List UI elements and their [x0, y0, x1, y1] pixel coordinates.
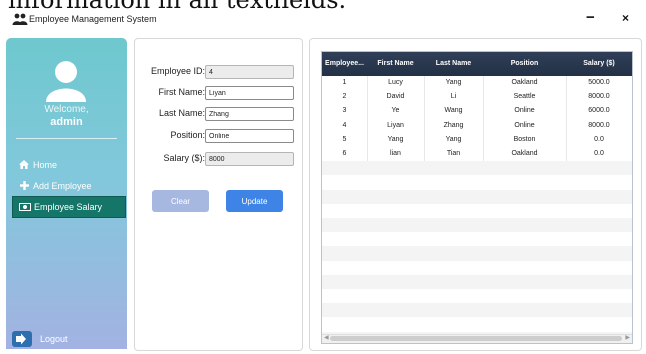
salary-table-panel: Employee... First Name Last Name Positio… [309, 38, 642, 351]
last-name-label: Last Name: [158, 108, 205, 118]
cell-last-name: Tian [446, 150, 461, 157]
sidebar-divider [16, 138, 117, 139]
cell-first-name: Ye [391, 107, 400, 115]
position-field[interactable] [205, 129, 294, 143]
first-name-field[interactable] [205, 86, 294, 100]
column-header-last-name[interactable]: Last Name [424, 52, 483, 76]
cell-first-name: lian [390, 150, 401, 157]
empty-table-row [322, 232, 632, 247]
cell-employee-id: 2 [342, 93, 347, 101]
column-header-employee-id[interactable]: Employee... [322, 52, 367, 76]
empty-table-row [322, 289, 632, 304]
cell-position: Online [514, 121, 535, 129]
cell-last-name: Wang [444, 107, 463, 115]
empty-table-row [322, 317, 632, 332]
cell-position: Seattle [513, 93, 536, 101]
column-header-first-name[interactable]: First Name [367, 52, 424, 76]
scroll-right-arrow-icon[interactable]: ▶ [625, 334, 630, 341]
table-header: Employee... First Name Last Name Positio… [322, 52, 632, 76]
cell-first-name: Yang [387, 135, 404, 143]
column-header-salary[interactable]: Salary ($) [566, 52, 632, 76]
cell-position: Boston [513, 135, 536, 143]
employee-form-panel: Employee ID: First Name: Last Name: Posi… [134, 38, 303, 351]
window-title: Employee Management System [29, 14, 157, 24]
sidebar-item-label: Employee Salary [34, 202, 103, 212]
cell-salary: 8000.0 [588, 121, 610, 129]
salary-field[interactable] [205, 152, 294, 166]
cell-employee-id: 3 [342, 107, 347, 115]
cell-first-name: David [386, 93, 405, 101]
salary-label: Salary ($): [163, 153, 205, 163]
cell-last-name: Li [450, 93, 457, 101]
empty-table-row [322, 274, 632, 289]
clear-button[interactable]: Clear [152, 190, 209, 212]
table-row[interactable]: 2 David Li Seattle 8000.0 [322, 90, 632, 104]
sidebar-item-employee-salary[interactable]: Employee Salary [12, 196, 126, 218]
cell-position: Oakland [511, 150, 538, 157]
last-name-field[interactable] [205, 107, 294, 121]
table-row[interactable]: 6 lian Tian Oakland 0.0 [322, 147, 632, 161]
cell-first-name: Liyan [387, 121, 404, 129]
cell-salary: 0.0 [594, 150, 604, 157]
salary-table[interactable]: Employee... First Name Last Name Positio… [321, 51, 633, 344]
cell-position: Online [514, 107, 535, 115]
cell-last-name: Yang [445, 135, 462, 143]
position-label: Position: [170, 130, 205, 140]
update-button[interactable]: Update [226, 190, 283, 212]
table-row[interactable]: 1 Lucy Yang Oakland 5000.0 [322, 76, 632, 90]
logout-label: Logout [40, 334, 68, 344]
user-avatar-icon [46, 61, 86, 102]
empty-table-row [322, 203, 632, 218]
sidebar: Welcome, admin Home Add Employee Employe… [6, 38, 127, 349]
empty-table-row [322, 260, 632, 275]
table-row[interactable]: 5 Yang Yang Boston 0.0 [322, 133, 632, 147]
logout-icon [12, 331, 32, 347]
welcome-text: Welcome, [44, 104, 89, 115]
empty-table-row [322, 175, 632, 190]
empty-table-row [322, 189, 632, 204]
sidebar-item-label: Add Employee [33, 181, 92, 191]
employee-id-field[interactable] [205, 65, 294, 79]
cell-last-name: Zhang [443, 121, 464, 129]
empty-table-row [322, 161, 632, 176]
horizontal-scrollbar[interactable]: ◀ ▶ [322, 334, 632, 343]
minimize-button[interactable]: − [586, 9, 595, 26]
cell-last-name: Yang [445, 79, 462, 86]
cell-salary: 6000.0 [588, 107, 610, 115]
first-name-label: First Name: [158, 87, 205, 97]
cell-salary: 0.0 [594, 135, 604, 143]
table-row[interactable]: 4 Liyan Zhang Online 8000.0 [322, 119, 632, 133]
cell-employee-id: 6 [342, 150, 347, 157]
empty-table-row [322, 246, 632, 261]
table-row[interactable]: 3 Ye Wang Online 6000.0 [322, 104, 632, 118]
sidebar-item-add-employee[interactable]: Add Employee [12, 176, 122, 196]
title-bar: Employee Management System − × [0, 9, 646, 31]
cell-first-name: Lucy [388, 79, 403, 86]
plus-icon [18, 176, 30, 196]
sidebar-item-home[interactable]: Home [12, 155, 122, 175]
logout-button[interactable]: Logout [12, 329, 112, 349]
empty-table-row [322, 303, 632, 318]
cell-salary: 5000.0 [588, 79, 610, 86]
users-icon [12, 13, 28, 25]
cell-employee-id: 5 [342, 135, 347, 143]
username: admin [50, 116, 83, 128]
empty-table-row [322, 218, 632, 233]
scrollbar-thumb[interactable] [330, 336, 622, 341]
money-icon [19, 197, 31, 217]
cell-employee-id: 1 [342, 79, 347, 86]
column-header-position[interactable]: Position [483, 52, 566, 76]
sidebar-item-label: Home [33, 160, 58, 170]
home-icon [18, 155, 30, 175]
cell-salary: 8000.0 [588, 93, 610, 101]
close-button[interactable]: × [622, 11, 629, 25]
cell-employee-id: 4 [342, 121, 347, 129]
cell-position: Oakland [511, 79, 538, 86]
scroll-left-arrow-icon[interactable]: ◀ [324, 334, 329, 341]
employee-id-label: Employee ID: [150, 66, 205, 76]
